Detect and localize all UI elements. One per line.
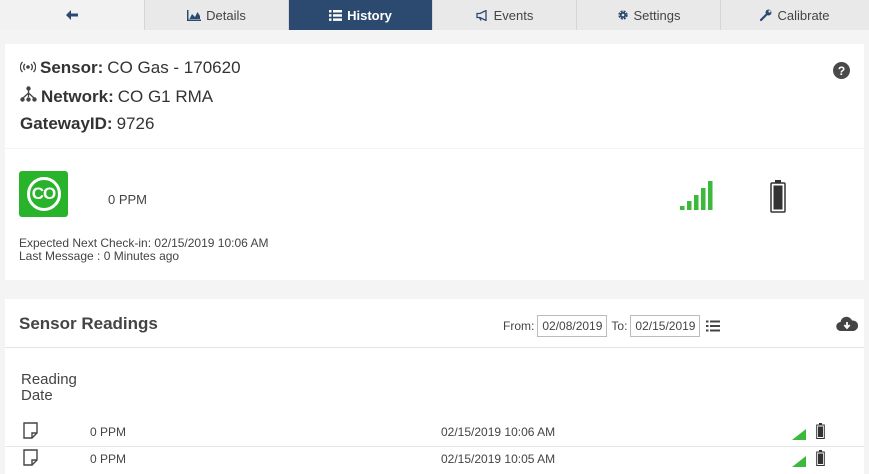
- gateway-line: GatewayID: 9726: [20, 114, 154, 134]
- date-filter: From: 02/08/2019 To: 02/15/2019: [503, 315, 721, 337]
- tab-settings[interactable]: Settings: [577, 0, 721, 30]
- checkin-info: Expected Next Check-in: 02/15/2019 10:06…: [19, 237, 269, 263]
- reading-value: 0 PPM: [90, 452, 127, 466]
- tab-calibrate[interactable]: Calibrate: [721, 0, 869, 30]
- network-name: CO G1 RMA: [117, 86, 214, 106]
- list-view-icon[interactable]: [706, 320, 721, 332]
- help-icon[interactable]: ?: [833, 62, 850, 79]
- area-chart-icon: [187, 9, 202, 21]
- note-icon[interactable]: [23, 422, 38, 444]
- sensor-page: Details History Events Settings Calibrat…: [0, 0, 869, 474]
- list-icon: [329, 9, 343, 21]
- note-icon[interactable]: [23, 449, 38, 471]
- cloud-download-icon[interactable]: [836, 316, 859, 337]
- sensor-info-panel: Sensor: CO Gas - 170620 Network: CO G1 R…: [5, 44, 864, 148]
- battery-icon: [816, 423, 825, 444]
- co-badge-text: CO: [26, 177, 61, 211]
- tab-details[interactable]: Details: [145, 0, 289, 30]
- to-date-input[interactable]: 02/15/2019: [630, 315, 701, 337]
- table-row: 0 PPM 02/15/2019 10:06 AM: [5, 420, 864, 446]
- last-message: Last Message : 0 Minutes ago: [19, 249, 180, 263]
- reading-date: 02/15/2019 10:05 AM: [441, 452, 556, 466]
- co-status-badge: CO: [19, 171, 68, 217]
- sensor-line: Sensor: CO Gas - 170620: [19, 58, 241, 78]
- back-arrow-icon: [66, 10, 78, 20]
- tab-settings-label: Settings: [633, 7, 681, 23]
- sensor-name: CO Gas - 170620: [107, 58, 241, 77]
- battery-icon: [816, 450, 825, 471]
- from-date-input[interactable]: 02/08/2019: [537, 315, 608, 337]
- battery-icon: [770, 180, 786, 218]
- readings-divider: [5, 347, 864, 348]
- table-row: 0 PPM 02/15/2019 10:05 AM: [5, 447, 864, 473]
- sensor-readings-panel: Sensor Readings From: 02/08/2019 To: 02/…: [5, 299, 864, 474]
- tab-history-label: History: [347, 7, 392, 23]
- from-label: From:: [503, 319, 535, 333]
- to-label: To:: [611, 319, 628, 333]
- current-reading: 0 PPM: [108, 192, 148, 207]
- sensor-label: Sensor:: [40, 58, 104, 77]
- reading-date: 02/15/2019 10:06 AM: [441, 425, 556, 439]
- tab-events-label: Events: [493, 7, 534, 23]
- gateway-label: GatewayID:: [20, 114, 113, 133]
- readings-title: Sensor Readings: [19, 314, 158, 333]
- tab-calibrate-label: Calibrate: [777, 7, 830, 23]
- network-icon: [20, 86, 37, 107]
- bullhorn-icon: [475, 9, 489, 21]
- wireless-icon: [19, 58, 37, 78]
- back-button[interactable]: [0, 0, 145, 30]
- sensor-status-panel: CO 0 PPM Expected Next Check-in: 02/15/2…: [5, 149, 864, 280]
- tab-bar: Details History Events Settings Calibrat…: [0, 0, 869, 30]
- tab-history[interactable]: History: [289, 0, 433, 30]
- signal-icon: [792, 427, 806, 445]
- reading-date-header: Reading Date: [21, 371, 77, 404]
- signal-strength-icon: [680, 179, 720, 216]
- tab-details-label: Details: [206, 7, 246, 23]
- network-line: Network: CO G1 RMA: [20, 86, 213, 107]
- wrench-icon: [760, 9, 772, 21]
- reading-value: 0 PPM: [90, 425, 127, 439]
- signal-icon: [792, 454, 806, 472]
- gateway-id: 9726: [116, 114, 155, 133]
- network-label: Network:: [41, 86, 114, 106]
- tab-events[interactable]: Events: [433, 0, 577, 30]
- gear-icon: [617, 9, 629, 21]
